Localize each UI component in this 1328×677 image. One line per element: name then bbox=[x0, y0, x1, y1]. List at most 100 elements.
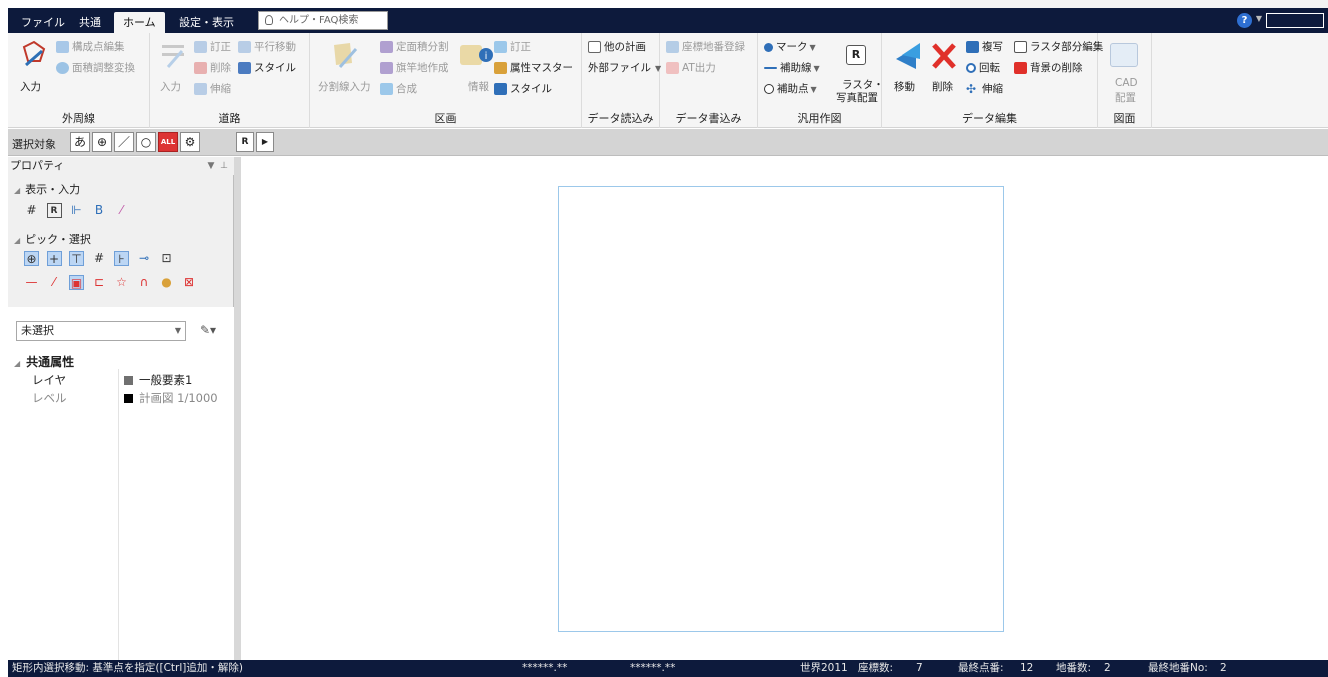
select-star-icon[interactable]: ☆ bbox=[114, 275, 129, 290]
section-pick-select[interactable]: ◢ ピック・選択 bbox=[14, 231, 91, 247]
pick-perp-icon[interactable]: ⊦ bbox=[114, 251, 129, 266]
mark-button[interactable]: マーク ▼ bbox=[764, 39, 816, 54]
parallel-move-icon bbox=[238, 41, 251, 53]
chevron-down-icon[interactable]: ▼ bbox=[1256, 14, 1262, 23]
select-all-button[interactable]: ALL bbox=[158, 132, 178, 152]
copy-button[interactable]: 複写 bbox=[966, 39, 1003, 54]
pin-icon[interactable]: ▼ ⊥ bbox=[208, 157, 228, 175]
raster-partial-edit-button[interactable]: ラスタ部分編集 bbox=[1014, 39, 1103, 54]
attr-row-level[interactable]: レベル 計画図 1/1000 bbox=[8, 389, 234, 407]
pick-grid-icon[interactable]: # bbox=[92, 251, 107, 266]
selection-combo[interactable]: 未選択 ▼ bbox=[16, 321, 186, 341]
attr-master-button[interactable]: 属性マスター bbox=[494, 60, 573, 75]
road-input-button[interactable]: 入力 bbox=[160, 79, 181, 94]
common-attributes-header[interactable]: ◢ 共通属性 bbox=[14, 353, 74, 370]
cad-place-label-1[interactable]: CAD bbox=[1115, 77, 1138, 89]
pick-point-icon[interactable]: ⊕ bbox=[24, 251, 39, 266]
road-style-label: スタイル bbox=[254, 62, 296, 74]
pick-midpoint-icon[interactable]: ⊤ bbox=[69, 251, 84, 266]
level-color-swatch bbox=[124, 394, 133, 403]
at-output-icon bbox=[666, 62, 679, 74]
split-line-input-button[interactable]: 分割線入力 bbox=[318, 79, 371, 94]
road-correct-button[interactable]: 訂正 bbox=[194, 39, 231, 54]
at-output-button[interactable]: AT出力 bbox=[666, 60, 716, 75]
coord-register-button[interactable]: 座標地番登録 bbox=[666, 39, 745, 54]
pick-tangent-icon[interactable]: ⊸ bbox=[137, 251, 152, 266]
flagpole-create-button[interactable]: 旗竿地作成 bbox=[380, 60, 449, 75]
help-search-input[interactable]: ヘルプ・FAQ検索 bbox=[258, 11, 388, 30]
chevron-down-icon: ▼ bbox=[813, 64, 820, 73]
fixed-area-split-button[interactable]: 定面積分割 bbox=[380, 39, 449, 54]
block-style-button[interactable]: スタイル bbox=[494, 81, 552, 96]
expand-right-icon[interactable]: ▶ bbox=[256, 132, 274, 152]
parallel-move-button[interactable]: 平行移動 bbox=[238, 39, 296, 54]
attr-master-icon bbox=[494, 62, 507, 74]
tab-file[interactable]: ファイル bbox=[12, 12, 74, 33]
info-button[interactable]: 情報 bbox=[468, 79, 489, 94]
ribbon: 入力 構成点編集 面積調整変換 外周線 入力 訂正 平行移動 削除 スタイル 伸… bbox=[8, 33, 1328, 128]
merge-button[interactable]: 合成 bbox=[380, 81, 417, 96]
select-rect-icon[interactable]: ▣ bbox=[69, 275, 84, 290]
outline-input-button[interactable]: 入力 bbox=[20, 79, 41, 94]
raster-select-button[interactable]: R bbox=[236, 132, 254, 152]
rotate-button[interactable]: 回転 bbox=[966, 60, 1000, 75]
external-file-button[interactable]: 外部ファイル ▼ bbox=[588, 60, 661, 75]
road-stretch-icon bbox=[194, 83, 207, 95]
point-edit-button[interactable]: 構成点編集 bbox=[56, 39, 125, 54]
select-text-button[interactable]: あ bbox=[70, 132, 90, 152]
select-cross-icon[interactable]: ⁄ bbox=[47, 275, 62, 290]
status-message: 矩形内選択移動: 基準点を指定([Ctrl]追加・解除) bbox=[12, 662, 243, 674]
road-delete-button[interactable]: 削除 bbox=[194, 60, 231, 75]
road-delete-icon bbox=[194, 62, 207, 74]
road-stretch-button[interactable]: 伸縮 bbox=[194, 81, 231, 96]
align-icon[interactable]: ⊩ bbox=[69, 203, 84, 218]
tab-home[interactable]: ホーム bbox=[114, 12, 165, 33]
raster-icon[interactable]: R bbox=[46, 203, 62, 218]
attr-row-layer[interactable]: レイヤ 一般要素1 bbox=[8, 371, 234, 389]
aux-point-button[interactable]: 補助点 ▼ bbox=[764, 81, 817, 96]
drawing-canvas[interactable] bbox=[241, 157, 1328, 660]
road-style-button[interactable]: スタイル bbox=[238, 60, 296, 75]
aux-line-button[interactable]: 補助線 ▼ bbox=[764, 60, 820, 75]
delete-button[interactable]: 削除 bbox=[932, 79, 953, 94]
cad-place-label-2[interactable]: 配置 bbox=[1115, 90, 1136, 105]
user-box[interactable] bbox=[1266, 13, 1324, 28]
tab-settings-view[interactable]: 設定・表示 bbox=[170, 12, 243, 33]
select-settings-button[interactable]: ⚙ bbox=[180, 132, 200, 152]
other-plan-button[interactable]: 他の計画 bbox=[588, 39, 646, 54]
external-file-label: 外部ファイル bbox=[588, 62, 651, 74]
status-bar: 矩形内選択移動: 基準点を指定([Ctrl]追加・解除) ******.** *… bbox=[8, 660, 1328, 677]
edit-stretch-button[interactable]: ✣ 伸縮 bbox=[966, 81, 1003, 96]
pick-intersection-icon[interactable]: + bbox=[46, 251, 62, 266]
tab-common[interactable]: 共通 bbox=[70, 12, 110, 33]
block-correct-button[interactable]: 訂正 bbox=[494, 39, 531, 54]
pick-raster-icon[interactable]: ⊡ bbox=[159, 251, 174, 266]
select-parcel-icon[interactable]: ● bbox=[159, 275, 174, 290]
snap-icon[interactable]: B bbox=[92, 203, 107, 218]
group-general-draw-label: 汎用作図 bbox=[797, 112, 842, 125]
group-drawing-label: 図面 bbox=[1113, 112, 1136, 125]
move-icon bbox=[896, 43, 920, 69]
attribute-tool-icon[interactable]: ✎▾ bbox=[200, 323, 216, 337]
select-line-button[interactable]: ／ bbox=[114, 132, 134, 152]
select-circle-button[interactable]: ○ bbox=[136, 132, 156, 152]
grid-icon[interactable]: # bbox=[24, 203, 39, 218]
area-adjust-button[interactable]: 面積調整変換 bbox=[56, 60, 135, 75]
style-brush-icon[interactable]: ⁄ bbox=[114, 203, 129, 218]
select-line-icon[interactable]: — bbox=[24, 275, 39, 290]
select-point-button[interactable]: ⊕ bbox=[92, 132, 112, 152]
rotate-icon bbox=[966, 63, 976, 73]
raster-photo-label-2[interactable]: 写真配置 bbox=[836, 90, 878, 105]
attr-key: レベル bbox=[32, 391, 67, 405]
rotate-label: 回転 bbox=[979, 62, 1000, 74]
attributes-pane: 未選択 ▼ ✎▾ ◢ 共通属性 レイヤ 一般要素1 レベル 計画図 1/1000 bbox=[8, 307, 234, 660]
remove-background-button[interactable]: 背景の削除 bbox=[1014, 60, 1083, 75]
select-free-icon[interactable]: ∩ bbox=[137, 275, 152, 290]
select-polygon-icon[interactable]: ⊏ bbox=[92, 275, 107, 290]
section-display-input[interactable]: ◢ 表示・入力 bbox=[14, 181, 80, 197]
help-icon[interactable]: ? bbox=[1237, 13, 1252, 28]
move-button[interactable]: 移動 bbox=[894, 79, 915, 94]
select-frame-icon[interactable]: ⊠ bbox=[182, 275, 197, 290]
chevron-down-icon: ▼ bbox=[809, 43, 816, 52]
panel-splitter[interactable] bbox=[234, 157, 241, 660]
